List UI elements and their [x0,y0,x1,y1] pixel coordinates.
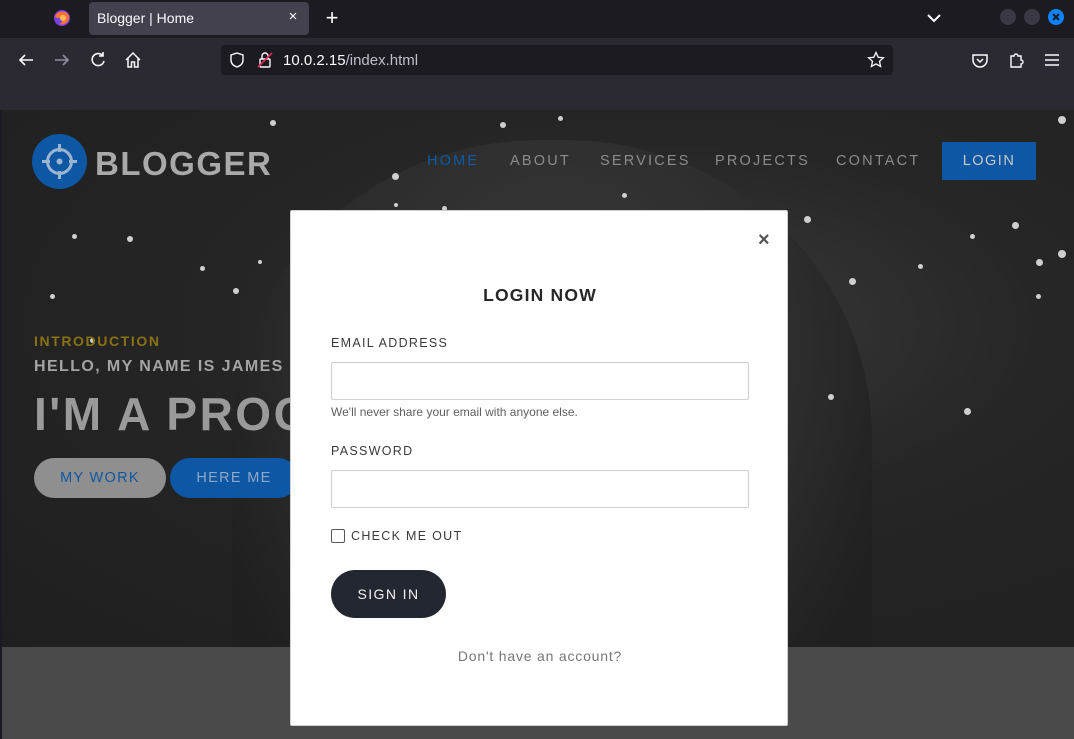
star-particle [1036,294,1041,299]
firefox-icon[interactable] [52,8,72,28]
star-particle [1058,116,1066,124]
hamburger-menu-icon[interactable] [1042,50,1062,70]
nav-contact[interactable]: CONTACT [836,153,920,169]
star-particle [964,408,971,415]
tab-title: Blogger | Home [97,10,195,26]
star-particle [50,294,55,299]
star-particle [394,203,398,207]
star-particle [828,394,834,400]
star-particle [270,120,276,126]
new-tab-button[interactable]: + [320,7,344,31]
create-account-link[interactable]: Don't have an account? [291,648,789,664]
url-text[interactable]: 10.0.2.15/index.html [283,52,418,69]
star-particle [72,234,77,239]
star-particle [127,236,133,242]
password-field[interactable] [331,470,749,508]
hero-headline: I'M A PROG [34,388,312,440]
browser-tab-active[interactable]: Blogger | Home × [89,2,309,35]
extensions-icon[interactable] [1006,50,1026,70]
modal-close-icon[interactable]: × [758,229,770,252]
list-all-tabs-icon[interactable] [924,8,944,28]
star-particle [558,116,563,121]
email-help-text: We'll never share your email with anyone… [331,405,578,419]
star-particle [970,234,975,239]
email-field[interactable] [331,362,749,400]
home-icon[interactable] [123,50,143,70]
star-particle [849,278,856,285]
nav-services[interactable]: SERVICES [600,153,691,169]
my-work-button[interactable]: MY WORK [34,458,166,498]
nav-home[interactable]: HOME [427,153,479,169]
modal-title: LOGIN NOW [483,285,597,305]
insecure-lock-icon[interactable] [256,51,274,69]
crosshair-icon [42,144,77,179]
logo-crosshair-icon[interactable] [32,134,87,189]
star-particle [1012,222,1019,229]
star-particle [1036,259,1043,266]
url-path: /index.html [345,52,419,69]
logo-text[interactable]: BLOGGER [95,145,272,183]
star-particle [500,122,506,128]
nav-projects[interactable]: PROJECTS [715,153,810,169]
bookmark-star-icon[interactable] [867,51,885,69]
star-particle [258,260,262,264]
check-me-out-label[interactable]: CHECK ME OUT [351,529,462,543]
star-particle [392,173,399,180]
star-particle [200,266,205,271]
back-arrow-icon[interactable] [16,50,36,70]
browser-nav-bar: 10.0.2.15/index.html [0,38,1074,110]
login-modal: × LOGIN NOW EMAIL ADDRESS We'll never sh… [290,210,788,726]
here-me-button[interactable]: HERE ME [170,458,298,498]
sign-in-button[interactable]: SIGN IN [331,570,446,618]
hero-intro-label: INTRODUCTION [34,333,161,349]
reload-icon[interactable] [88,50,108,70]
maximize-window-button[interactable] [1024,9,1040,25]
pocket-icon[interactable] [970,50,990,70]
email-label: EMAIL ADDRESS [331,336,449,350]
close-icon [1052,13,1060,21]
forward-arrow-icon[interactable] [52,50,72,70]
shield-icon[interactable] [228,51,246,69]
close-window-button[interactable] [1048,9,1064,25]
star-particle [804,216,811,223]
browser-tab-bar: Blogger | Home × + [0,0,1074,38]
star-particle [233,288,239,294]
star-particle [622,193,627,198]
tab-close-icon[interactable]: × [285,9,301,25]
nav-login-button[interactable]: LOGIN [942,142,1036,180]
password-label: PASSWORD [331,444,414,458]
star-particle [1058,250,1066,258]
nav-about[interactable]: ABOUT [510,153,571,169]
star-particle [918,264,923,269]
check-me-out-checkbox[interactable] [331,529,345,543]
hero-hello-text: HELLO, MY NAME IS JAMES [34,358,284,375]
url-bar[interactable]: 10.0.2.15/index.html [221,45,893,75]
url-host: 10.0.2.15 [283,52,346,69]
minimize-window-button[interactable] [1000,9,1016,25]
